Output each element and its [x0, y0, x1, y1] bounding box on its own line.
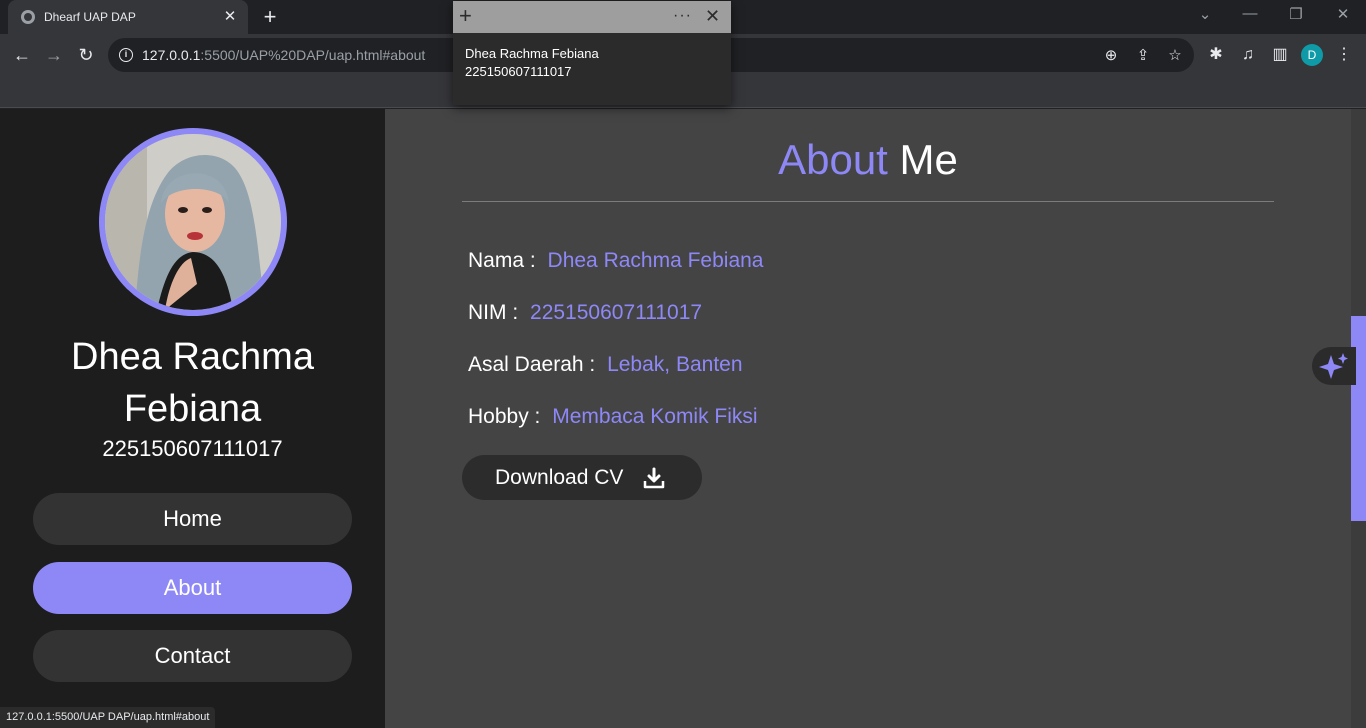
extensions-puzzle-icon[interactable]: ✱: [1205, 44, 1227, 66]
side-panel-icon[interactable]: ▥: [1269, 44, 1291, 66]
info-row-nim: NIM : 225150607111017: [468, 301, 702, 325]
tab-title: Dhearf UAP DAP: [44, 10, 136, 24]
close-window-button[interactable]: ✕: [1331, 5, 1355, 23]
popup-titlebar: + ··· ✕: [453, 1, 731, 33]
restore-button[interactable]: ❐: [1284, 5, 1308, 23]
avatar-ring: [99, 128, 287, 316]
sidebar: Dhea Rachma Febiana 225150607111017 Home…: [0, 109, 385, 728]
sparkle-assistant-button[interactable]: [1312, 347, 1356, 385]
reload-icon[interactable]: ↻: [73, 42, 99, 68]
download-icon: [643, 467, 665, 489]
nav-about-button[interactable]: About: [33, 562, 352, 614]
info-label: Asal Daerah :: [468, 353, 596, 376]
profile-name: Dhea Rachma Febiana: [71, 336, 314, 430]
popup-line: Dhea Rachma Febiana: [465, 46, 599, 61]
url-path: :5500/UAP%20DAP/uap.html#about: [200, 47, 426, 63]
heading-accent: About: [778, 136, 888, 183]
info-label: NIM :: [468, 301, 519, 324]
info-row-hobby: Hobby : Membaca Komik Fiksi: [468, 405, 758, 429]
page-viewport: Dhea Rachma Febiana 225150607111017 Home…: [0, 109, 1366, 728]
minimize-button[interactable]: —: [1238, 5, 1262, 22]
info-value: Dhea Rachma Febiana: [547, 249, 764, 272]
url-host: 127.0.0.1: [142, 47, 201, 63]
tab-search-chevron-icon[interactable]: ⌄: [1193, 5, 1217, 23]
globe-icon: [21, 10, 35, 24]
tab-close-icon[interactable]: ✕: [220, 7, 240, 27]
heading-divider: [462, 201, 1274, 202]
profile-photo: [105, 134, 281, 310]
download-cv-label: Download CV: [495, 466, 624, 489]
forward-arrow-icon[interactable]: →: [41, 42, 67, 68]
heading-rest: Me: [899, 136, 958, 183]
add-note-icon[interactable]: +: [459, 5, 472, 27]
browser-tab[interactable]: Dhearf UAP DAP ✕: [8, 0, 248, 34]
section-heading: About Me: [385, 135, 1351, 185]
site-info-icon[interactable]: i: [119, 48, 133, 62]
more-options-icon[interactable]: ···: [673, 7, 692, 25]
share-icon[interactable]: ⇪: [1133, 46, 1153, 66]
note-popup: + ··· ✕ Dhea Rachma Febiana 225150607111…: [453, 1, 731, 105]
popup-line: 225150607111017: [465, 64, 572, 79]
info-row-asal-daerah: Asal Daerah : Lebak, Banten: [468, 353, 743, 377]
sparkle-icon: [1319, 353, 1348, 379]
bookmark-star-icon[interactable]: ☆: [1165, 46, 1185, 66]
download-cv-button[interactable]: Download CV: [462, 455, 702, 500]
popup-note-text[interactable]: Dhea Rachma Febiana 225150607111017: [465, 45, 599, 81]
nav-contact-button[interactable]: Contact: [33, 630, 352, 682]
about-section: About Me Nama : Dhea Rachma Febiana NIM …: [385, 109, 1351, 728]
info-value: 225150607111017: [530, 301, 703, 324]
nav-home-button[interactable]: Home: [33, 493, 352, 545]
profile-avatar[interactable]: D: [1301, 44, 1323, 66]
info-value: Lebak, Banten: [607, 353, 743, 376]
info-row-nama: Nama : Dhea Rachma Febiana: [468, 249, 764, 273]
new-tab-button[interactable]: +: [258, 5, 282, 29]
url-text[interactable]: 127.0.0.1:5500/UAP%20DAP/uap.html#about: [142, 47, 425, 63]
back-arrow-icon[interactable]: ←: [9, 42, 35, 68]
zoom-icon[interactable]: ⊕: [1101, 46, 1121, 66]
menu-kebab-icon[interactable]: ⋮: [1333, 44, 1355, 66]
close-icon[interactable]: ✕: [705, 6, 720, 27]
media-control-icon[interactable]: ♫: [1237, 44, 1259, 66]
status-bar-url: 127.0.0.1:5500/UAP DAP/uap.html#about: [0, 707, 216, 728]
info-value: Membaca Komik Fiksi: [552, 405, 758, 428]
profile-nim: 225150607111017: [102, 436, 283, 461]
info-label: Hobby :: [468, 405, 541, 428]
info-label: Nama :: [468, 249, 536, 272]
